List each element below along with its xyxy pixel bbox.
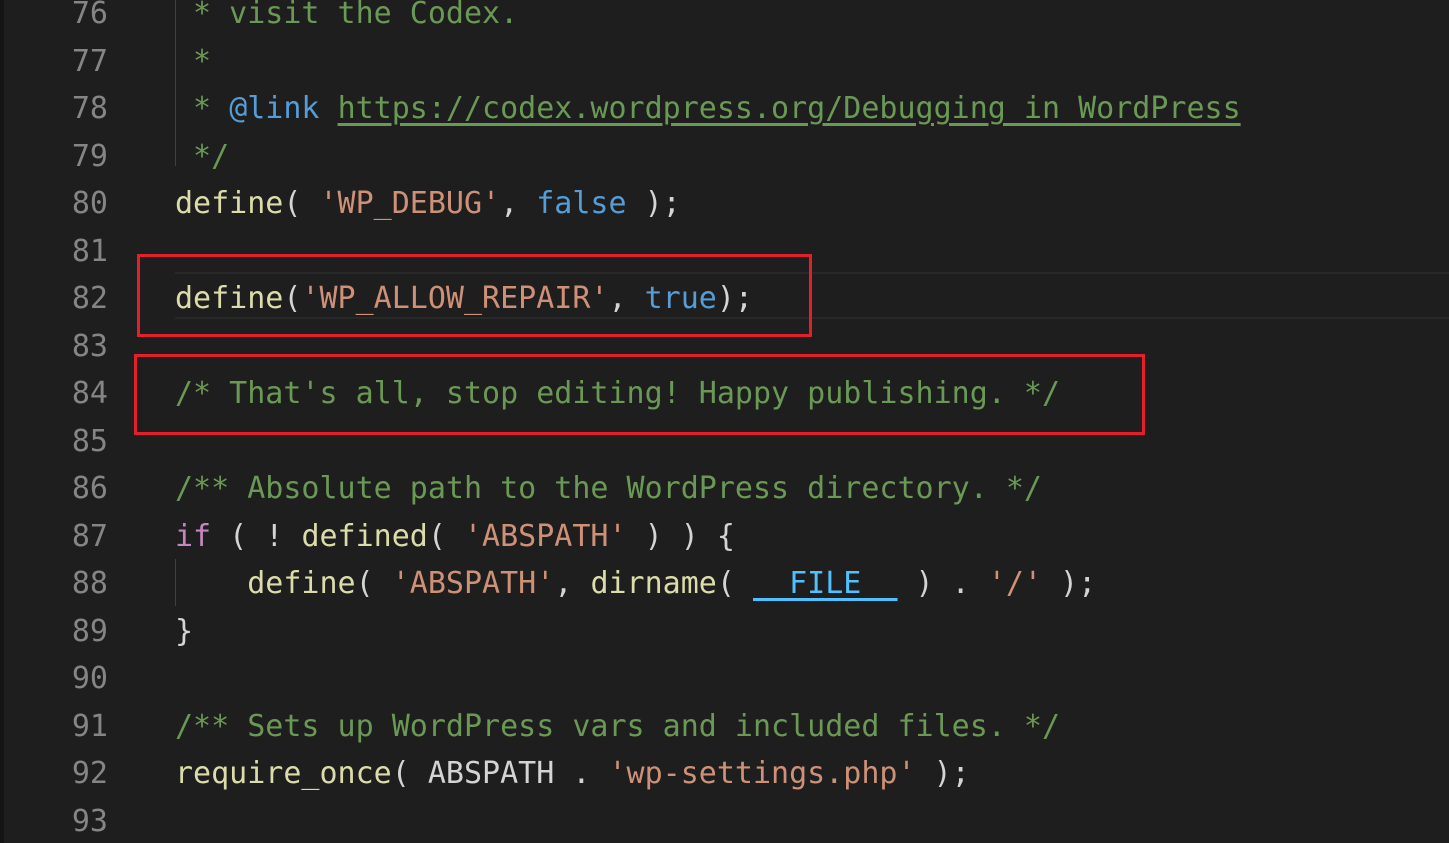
code-token: ); [915, 756, 970, 791]
indent-guide-comment [175, 0, 176, 166]
code-line[interactable]: 91 /** Sets up WordPress vars and include… [0, 703, 1449, 751]
line-code[interactable]: require_once( ABSPATH . 'wp-settings.php… [175, 750, 970, 798]
code-token: define [175, 186, 284, 221]
line-number: 84 [71, 376, 108, 411]
indent-guide-if-block [175, 559, 176, 606]
code-line[interactable]: 79 */ [0, 133, 1449, 181]
code-token: * [175, 43, 212, 79]
code-token: ( ABSPATH . [391, 756, 609, 791]
code-token[interactable]: https://codex.wordpress.org/Debugging_in… [338, 91, 1241, 126]
code-token: , [554, 566, 591, 601]
code-token: ( [427, 518, 464, 554]
code-token: } [175, 613, 194, 649]
line-number: 93 [71, 803, 108, 839]
code-line[interactable]: 77 * [0, 38, 1449, 86]
code-line[interactable]: 87 if ( ! defined( 'ABSPATH' ) ) { [0, 513, 1449, 561]
code-token: * [175, 91, 230, 126]
line-number: 86 [71, 471, 108, 506]
line-number: 78 [71, 91, 108, 126]
code-token: false [536, 186, 627, 221]
line-number: 77 [71, 43, 108, 79]
code-token: ) ) { [626, 518, 735, 554]
code-line[interactable]: 90 [0, 655, 1449, 703]
line-code[interactable]: * @link https://codex.wordpress.org/Debu… [175, 85, 1241, 133]
code-token: if [175, 518, 212, 554]
code-token: /** Absolute path to the WordPress direc… [175, 471, 1042, 506]
code-token: __FILE__ [753, 566, 898, 601]
line-number: 80 [71, 186, 108, 221]
line-number: 89 [71, 613, 108, 649]
code-editor[interactable]: 76 * visit the Codex. 77 * 78 * @link http… [0, 0, 1449, 843]
line-code[interactable]: * [175, 38, 211, 86]
code-token: 'wp-settings.php' [608, 756, 916, 791]
line-number: 85 [71, 423, 108, 459]
line-code[interactable]: * visit the Codex. [175, 0, 518, 38]
code-token: define [247, 566, 356, 601]
code-token: dirname [590, 566, 717, 601]
highlight-box-wp-allow-repair [137, 254, 812, 337]
line-code[interactable]: define( 'ABSPATH', dirname( __FILE__ ) .… [175, 560, 1096, 608]
code-token: ( [716, 566, 753, 601]
line-number: 79 [71, 138, 108, 174]
line-number: 90 [71, 661, 108, 696]
code-line[interactable]: 86 /** Absolute path to the WordPress dir… [0, 465, 1449, 513]
code-token: require_once [175, 756, 392, 791]
line-code[interactable]: */ [175, 133, 229, 181]
code-token: , [500, 186, 537, 221]
line-code[interactable]: /** Sets up WordPress vars and included … [175, 703, 1060, 751]
line-code[interactable]: define( 'WP_DEBUG', false ); [175, 180, 681, 228]
line-number: 82 [71, 281, 108, 316]
code-token: ); [626, 186, 681, 221]
code-line[interactable]: 78 * @link https://codex.wordpress.org/D… [0, 85, 1449, 133]
code-line[interactable]: 93 [0, 798, 1449, 843]
highlight-box-stop-editing-comment [134, 354, 1145, 435]
code-token: ( [355, 566, 392, 601]
line-code[interactable]: } [175, 608, 193, 656]
code-token: @link [229, 91, 320, 126]
line-number: 88 [71, 566, 108, 601]
line-number: 92 [71, 756, 108, 791]
code-token: defined [301, 518, 428, 554]
code-token: '/' [987, 566, 1042, 601]
code-token: 'ABSPATH' [464, 518, 627, 554]
code-token: */ [175, 138, 230, 174]
line-code[interactable]: if ( ! defined( 'ABSPATH' ) ) { [175, 513, 735, 561]
code-token: 'WP_DEBUG' [319, 186, 501, 221]
code-token: * visit the Codex. [175, 0, 519, 31]
code-line[interactable]: 76 * visit the Codex. [0, 0, 1449, 38]
code-line[interactable]: 88 define( 'ABSPATH', dirname( __FILE__ … [0, 560, 1449, 608]
code-token: ) . [897, 566, 988, 601]
code-line[interactable]: 89} [0, 608, 1449, 656]
code-token: ); [1042, 566, 1097, 601]
code-line[interactable]: 80 define( 'WP_DEBUG', false ); [0, 180, 1449, 228]
line-number: 83 [71, 328, 108, 364]
line-code[interactable]: /** Absolute path to the WordPress direc… [175, 465, 1042, 513]
line-number: 91 [71, 708, 108, 744]
code-token: ( [283, 186, 320, 221]
line-number: 81 [71, 233, 108, 269]
code-token: /** Sets up WordPress vars and included … [175, 708, 1061, 744]
line-number: 87 [71, 518, 108, 554]
code-token: ( ! [211, 518, 302, 554]
line-number: 76 [71, 0, 108, 31]
code-token: 'ABSPATH' [391, 566, 555, 601]
code-line[interactable]: 92 require_once( ABSPATH . 'wp-settings.p… [0, 750, 1449, 798]
